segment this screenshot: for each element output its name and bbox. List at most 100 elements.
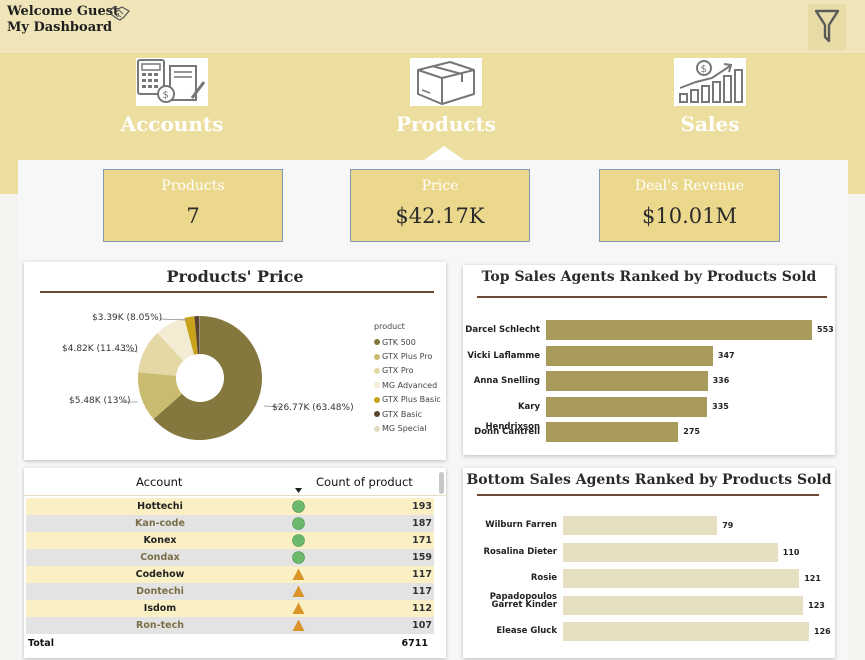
account-cell: Condax — [140, 552, 180, 563]
legend-swatch — [374, 425, 380, 432]
bar[interactable] — [546, 422, 679, 442]
kpi-label: Deal's Revenue — [634, 178, 745, 194]
bar[interactable] — [563, 622, 809, 641]
bar-category-label: Wilburn Farren — [485, 520, 557, 530]
table-row[interactable]: Hottechi 193 — [26, 498, 434, 515]
status-triangle-icon — [292, 619, 305, 631]
legend-swatch — [374, 411, 380, 418]
bar[interactable] — [546, 396, 708, 417]
legend-swatch — [374, 339, 380, 346]
bar-row[interactable]: Vicki Laflamme 347 — [463, 345, 835, 366]
bar-row[interactable]: Elease Gluck 126 — [463, 622, 835, 641]
bar-row[interactable]: Garret Kinder 123 — [463, 595, 835, 615]
bar-category-label: Rosalina Dieter — [483, 546, 557, 557]
count-cell: 112 — [412, 603, 432, 614]
account-cell: Isdom — [143, 603, 177, 614]
bar-row[interactable]: Anna Snelling 336 — [463, 371, 835, 391]
bar[interactable] — [563, 595, 804, 615]
bar-row[interactable]: Donn Cantrell 275 — [463, 422, 835, 442]
legend-swatch — [374, 382, 380, 389]
bar[interactable] — [546, 320, 812, 340]
filter-button[interactable] — [808, 4, 846, 50]
column-header-account[interactable]: Account — [136, 475, 182, 489]
legend-item[interactable]: GTK 500 — [374, 335, 441, 349]
legend-label: MG Special — [382, 424, 427, 434]
count-cell: 187 — [412, 518, 432, 529]
count-cell: 171 — [412, 535, 432, 546]
dashboard-title: My Dashboard — [7, 20, 113, 35]
chart-legend: product GTK 500 GTX Plus Pro GTX Pro MG Adv… — [374, 322, 441, 436]
status-triangle-icon — [292, 585, 305, 597]
products-price-card[interactable]: Products' Price $3.39K (8.05%) $4.82K (1… — [24, 262, 446, 460]
status-circle-icon — [292, 500, 305, 513]
table-total-row: Total 6711 — [28, 638, 434, 654]
nav-sales-label: Sales — [680, 112, 740, 136]
bar-row[interactable]: Rosalina Dieter 110 — [463, 542, 835, 562]
status-triangle-icon — [292, 568, 305, 580]
legend-label: GTK 500 — [382, 337, 416, 347]
active-tab-caret — [424, 146, 464, 160]
legend-swatch — [374, 396, 380, 403]
bar-value-label: 121 — [804, 574, 821, 583]
legend-item[interactable]: GTX Pro — [374, 364, 441, 378]
bar-category-label: Garret Kinder — [491, 599, 557, 610]
nav-accounts[interactable]: $ Accounts — [92, 54, 252, 136]
accounts-table[interactable]: Account Count of product Hottechi 193 Kan-… — [24, 468, 446, 658]
bar-value-label: 79 — [722, 521, 734, 530]
kpi-products: Products 7 — [103, 169, 283, 242]
bar-row[interactable]: Kary Hendrixson 335 — [463, 396, 835, 432]
account-cell: Hottechi — [137, 501, 183, 512]
bar[interactable] — [563, 569, 800, 588]
bar[interactable] — [563, 542, 778, 562]
data-label: $3.39K (8.05%) — [92, 313, 163, 323]
nav-products[interactable]: Products — [366, 54, 526, 136]
account-cell: Ron-tech — [136, 620, 184, 631]
table-row[interactable]: Dontechi 117 — [26, 583, 434, 600]
bar-value-label: 275 — [683, 427, 700, 436]
data-label: $26.77K (63.48%) — [272, 403, 354, 413]
top-bar: Welcome Guest My Dashboard — [0, 0, 865, 54]
table-row[interactable]: Konex 171 — [26, 532, 434, 549]
status-triangle-icon — [292, 602, 305, 614]
bottom-agents-card[interactable]: Bottom Sales Agents Ranked by Products S… — [463, 468, 835, 658]
count-cell: 193 — [412, 501, 432, 512]
legend-item[interactable]: MG Advanced — [374, 378, 441, 392]
account-cell: Dontechi — [136, 586, 184, 597]
bar[interactable] — [546, 371, 708, 391]
bar-value-label: 110 — [782, 547, 800, 557]
table-row[interactable]: Condax 159 — [26, 549, 434, 566]
svg-text:$: $ — [701, 64, 707, 75]
sort-descending-icon[interactable] — [295, 488, 302, 493]
bar-category-label: Anna Snelling — [473, 376, 540, 386]
nav-sales[interactable]: $ Sales — [630, 54, 790, 136]
legend-swatch — [374, 367, 380, 374]
table-row[interactable]: Codehow 117 — [26, 566, 434, 583]
nav-products-iconbox — [410, 58, 482, 106]
bar[interactable] — [546, 345, 713, 366]
nav-products-label: Products — [395, 112, 497, 136]
bar-category-label: Darcel Schlecht — [465, 325, 540, 335]
bar-category-label: Vicki Laflamme — [467, 350, 540, 361]
bar-row[interactable]: Rosie Papadopoulos 121 — [463, 569, 835, 602]
legend-item[interactable]: GTX Plus Basic — [374, 393, 441, 407]
bar-row[interactable]: Wilburn Farren 79 — [463, 516, 835, 535]
total-label: Total — [28, 638, 54, 649]
table-scrollbar[interactable] — [439, 472, 444, 494]
legend-item[interactable]: GTX Basic — [374, 407, 441, 421]
table-row[interactable]: Kan-code 187 — [26, 515, 434, 532]
handshake-icon — [108, 6, 130, 21]
nav-accounts-iconbox: $ — [136, 58, 208, 106]
bar-row[interactable]: Darcel Schlecht 553 — [463, 320, 835, 340]
kpi-price: Price $42.17K — [350, 169, 530, 242]
table-row[interactable]: Isdom 112 — [26, 600, 434, 617]
kpi-label: Products — [161, 178, 225, 194]
bar-value-label: 336 — [712, 376, 730, 385]
legend-swatch — [374, 353, 380, 360]
kpi-value: 7 — [186, 204, 200, 228]
top-agents-card[interactable]: Top Sales Agents Ranked by Products Sold… — [463, 265, 835, 455]
column-header-count[interactable]: Count of product — [316, 475, 413, 489]
legend-item[interactable]: GTX Plus Pro — [374, 349, 441, 363]
table-row[interactable]: Ron-tech 107 — [26, 617, 434, 634]
legend-item[interactable]: MG Special — [374, 421, 441, 435]
bar[interactable] — [563, 516, 718, 535]
